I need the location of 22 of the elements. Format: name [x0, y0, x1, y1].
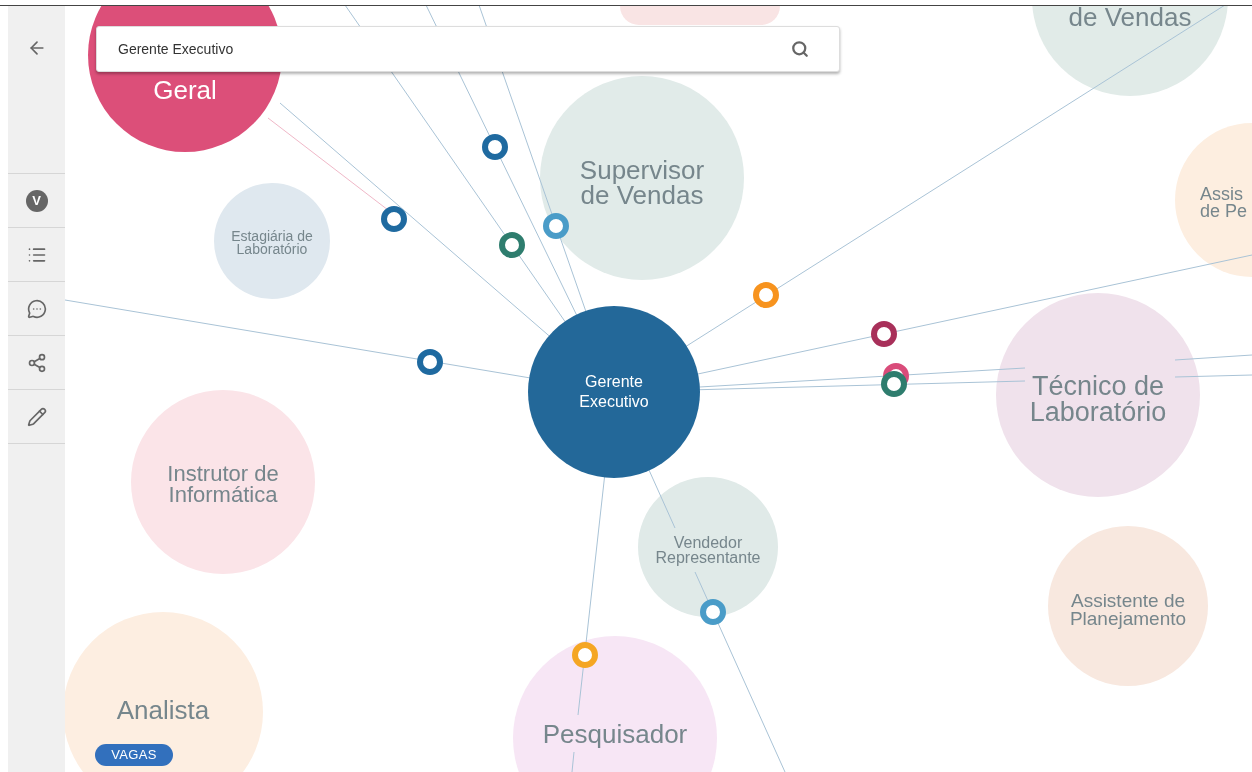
node-label: Pesquisador — [542, 721, 688, 747]
central-node-label: Gerente Executivo — [579, 372, 649, 412]
node-label: Assistente de Planejamento — [1069, 591, 1187, 629]
node-label: Vendedor Representante — [655, 534, 761, 566]
node-label: Estagiária de Laboratório — [231, 229, 313, 257]
node-label: de Vendas — [1068, 6, 1192, 30]
share-icon — [26, 352, 47, 373]
pencil-icon — [26, 406, 47, 427]
sidebar-button[interactable]: V — [8, 174, 65, 228]
node-label: Instrutor de Informática — [167, 464, 279, 506]
chat-icon — [26, 298, 47, 319]
vagas-logo: VAGAS — [95, 744, 173, 766]
search-icon[interactable] — [791, 40, 809, 58]
search-bar[interactable]: Gerente Executivo — [96, 26, 840, 72]
node-label: Analista — [116, 697, 210, 723]
node-label: Geral — [153, 77, 217, 103]
search-input[interactable]: Gerente Executivo — [118, 38, 791, 60]
v-logo-icon: V — [25, 189, 48, 212]
central-node[interactable]: Gerente Executivo — [528, 306, 700, 478]
node-label: Assis de Pe — [1200, 185, 1248, 221]
node-label: Técnico de Laboratório — [1029, 374, 1167, 426]
node-label: Supervisor de Vendas — [579, 158, 705, 208]
